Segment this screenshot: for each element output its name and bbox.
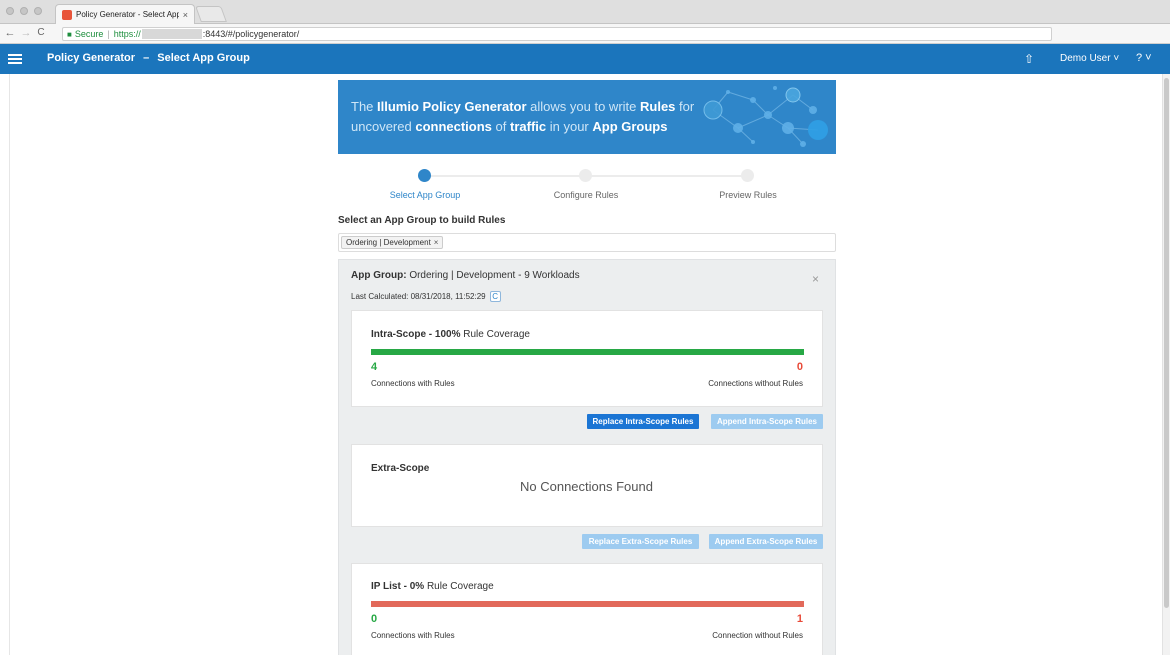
ip-list-card: IP List - 0% Rule Coverage 0 1 Connectio… [351, 563, 823, 655]
url-scheme: https:// [113, 29, 141, 39]
upload-icon[interactable]: ⇧ [1024, 52, 1034, 66]
ip-list-with-rules-count: 0 [371, 613, 378, 625]
last-calculated-text: Last Calculated: 08/31/2018, 11:52:29 [351, 292, 486, 301]
step-dot-configure-rules[interactable] [579, 169, 592, 182]
hamburger-menu-icon[interactable] [8, 51, 22, 67]
app-group-selector-heading: Select an App Group to build Rules [338, 215, 506, 226]
intra-scope-without-rules-count: 0 [796, 361, 803, 373]
step-dot-preview-rules[interactable] [741, 169, 754, 182]
minimize-window-button[interactable] [20, 7, 28, 15]
browser-toolbar: ← → C ■ Secure | https:// :8443/#/policy… [0, 24, 1170, 63]
reload-icon[interactable]: C [35, 27, 47, 38]
page-subtitle: Select App Group [157, 52, 250, 64]
ip-list-title: IP List - 0% Rule Coverage [371, 581, 494, 592]
intra-scope-title: Intra-Scope - 100% Rule Coverage [371, 329, 530, 340]
user-menu[interactable]: Demo User ˅ [1060, 53, 1119, 64]
redacted-host [141, 29, 202, 39]
address-bar[interactable]: ■ Secure | https:// :8443/#/policygenera… [62, 27, 1052, 41]
append-extra-scope-rules-button[interactable]: Append Extra-Scope Rules [709, 534, 823, 549]
new-tab-button[interactable] [195, 6, 227, 22]
help-menu[interactable]: ? ˅ [1136, 52, 1152, 64]
intra-scope-card: Intra-Scope - 100% Rule Coverage 4 0 Con… [351, 310, 823, 407]
step-label-configure-rules[interactable]: Configure Rules [526, 190, 646, 200]
refresh-icon[interactable]: C [489, 291, 501, 302]
intra-scope-title-rest: Rule Coverage [460, 329, 530, 340]
intra-scope-title-bold: Intra-Scope - 100% [371, 329, 461, 340]
favicon-icon [62, 9, 72, 20]
intra-scope-without-rules-label: Connections without Rules [708, 379, 803, 388]
app-group-chip[interactable]: Ordering | Development × [341, 236, 444, 249]
title-dash: – [143, 52, 150, 64]
intro-banner: The Illumio Policy Generator allows you … [338, 80, 836, 154]
banner-text-part: uncovered [351, 119, 412, 134]
extra-scope-title: Extra-Scope [371, 463, 430, 474]
url-path: :8443/#/policygenerator/ [202, 29, 300, 39]
forward-icon[interactable]: → [20, 27, 32, 39]
intra-scope-coverage-bar [371, 349, 804, 355]
replace-intra-scope-rules-button[interactable]: Replace Intra-Scope Rules [587, 414, 699, 429]
ip-list-without-rules-count: 1 [796, 613, 803, 625]
scrollbar-thumb[interactable] [1164, 78, 1169, 608]
app-group-title: App Group: Ordering | Development - 9 Wo… [351, 270, 580, 281]
lock-icon: ■ [67, 29, 72, 39]
close-tab-icon[interactable]: × [183, 10, 188, 20]
banner-text-part: traffic [510, 119, 547, 134]
extra-scope-card: Extra-Scope No Connections Found [351, 444, 823, 527]
browser-tab-strip: Policy Generator - Select App × [0, 0, 1170, 24]
app-group-title-label: App Group: [351, 270, 407, 281]
step-label-preview-rules[interactable]: Preview Rules [688, 190, 808, 200]
banner-text-part: for [675, 99, 695, 114]
no-connections-found: No Connections Found [520, 479, 653, 494]
banner-text-part: of [491, 119, 510, 134]
wizard-steps: Select App Group Configure Rules Preview… [338, 160, 836, 210]
browser-tab-title: Policy Generator - Select App [76, 10, 179, 19]
ip-list-title-bold: IP List - 0% [371, 581, 425, 592]
banner-text-part: Rules [640, 99, 676, 114]
banner-text-part: App Groups [592, 119, 668, 134]
ip-list-title-rest: Rule Coverage [424, 581, 494, 592]
app-group-panel: App Group: Ordering | Development - 9 Wo… [338, 259, 836, 655]
banner-text-part: Illumio Policy Generator [377, 99, 527, 114]
close-icon[interactable]: × [812, 272, 819, 286]
browser-tab[interactable]: Policy Generator - Select App × [55, 4, 195, 24]
network-graphic-icon [703, 86, 828, 147]
ip-list-without-rules-label: Connection without Rules [712, 631, 803, 640]
page-title-main: Policy Generator [47, 52, 136, 64]
append-intra-scope-rules-button[interactable]: Append Intra-Scope Rules [711, 414, 823, 429]
maximize-window-button[interactable] [34, 7, 42, 15]
url-separator: | [107, 29, 110, 39]
page-title: Policy Generator – Select App Group [47, 52, 250, 64]
banner-text-part: connections [415, 119, 492, 134]
app-group-chip-label: Ordering | Development [346, 238, 431, 247]
app-header: Policy Generator – Select App Group ⇧ De… [0, 44, 1170, 74]
banner-text-part: allows you to write [526, 99, 640, 114]
replace-extra-scope-rules-button[interactable]: Replace Extra-Scope Rules [582, 534, 699, 549]
app-group-selector-input[interactable]: Ordering | Development × [338, 233, 836, 252]
intra-scope-with-rules-count: 4 [371, 361, 378, 373]
remove-chip-icon[interactable]: × [434, 238, 439, 247]
ip-list-coverage-bar [371, 601, 804, 607]
intra-scope-with-rules-label: Connections with Rules [371, 379, 455, 388]
page-left-border [9, 74, 10, 655]
back-icon[interactable]: ← [4, 27, 16, 39]
close-window-button[interactable] [6, 7, 14, 15]
secure-label: Secure [74, 29, 104, 39]
banner-text-part: in your [546, 119, 593, 134]
ip-list-with-rules-label: Connections with Rules [371, 631, 455, 640]
banner-text-part: The [351, 99, 378, 114]
page-scrollbar[interactable] [1162, 74, 1170, 655]
banner-text: The Illumio Policy Generator allows you … [351, 97, 711, 137]
step-label-select-app-group[interactable]: Select App Group [365, 190, 485, 200]
app-group-title-value: Ordering | Development - 9 Workloads [406, 270, 580, 281]
last-calculated: Last Calculated: 08/31/2018, 11:52:29 C [351, 291, 501, 302]
step-dot-select-app-group[interactable] [418, 169, 431, 182]
